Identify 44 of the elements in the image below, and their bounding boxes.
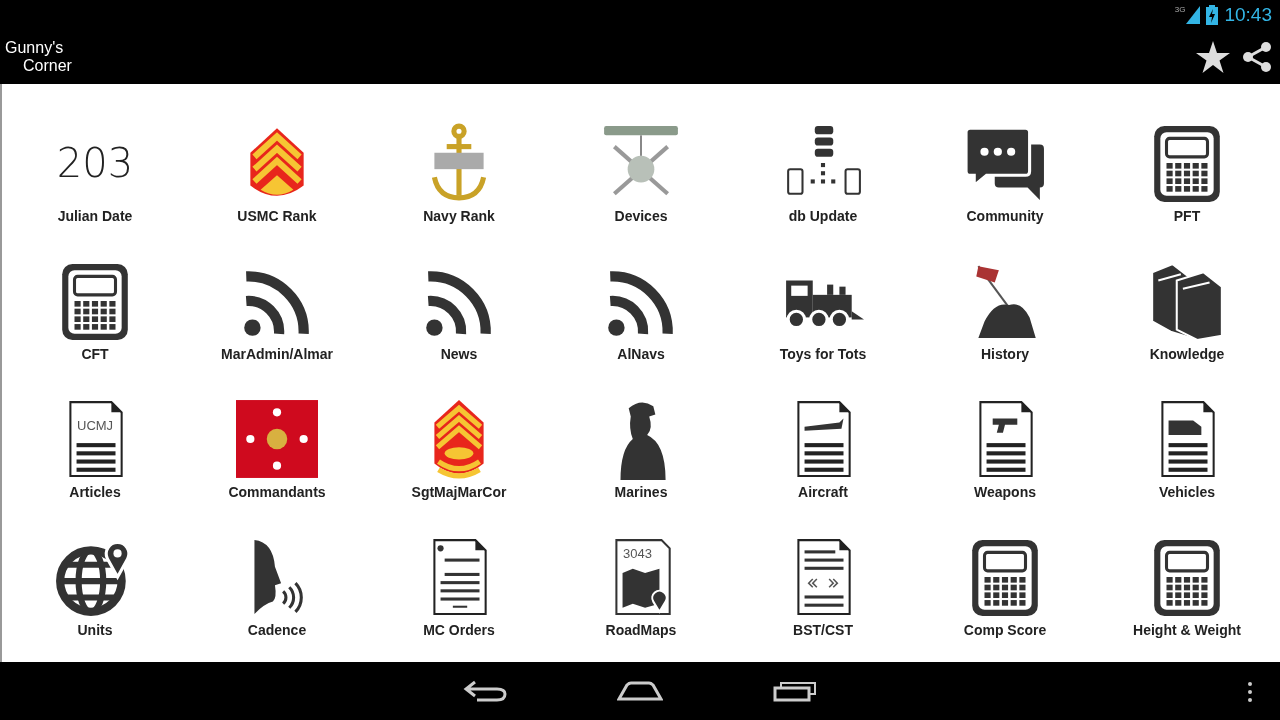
battery-icon (1206, 5, 1219, 25)
star-icon[interactable] (1196, 41, 1230, 73)
menu-tile[interactable]: Vehicles (1096, 398, 1278, 536)
share-icon[interactable] (1242, 41, 1272, 73)
menu-tile[interactable]: db Update (732, 122, 914, 260)
menu-tile[interactable]: Navy Rank (368, 122, 550, 260)
menu-tile[interactable]: Commandants (186, 398, 368, 536)
network-type: 3G (1174, 6, 1186, 14)
menu-tile[interactable]: Marines (550, 398, 732, 536)
julian-day-number: 203 (56, 140, 134, 186)
app-title: Gunny's (5, 39, 65, 57)
menu-tile[interactable]: CFT (4, 260, 186, 398)
menu-tile[interactable]: Units (4, 536, 186, 674)
menu-tile[interactable]: MC Orders (368, 536, 550, 674)
app-title: Corner (22, 57, 72, 75)
menu-tile[interactable]: Knowledge (1096, 260, 1278, 398)
document-heading: UCMJ (77, 419, 114, 432)
recent-apps-icon[interactable] (773, 680, 817, 702)
menu-tile[interactable]: 3043 RoadMaps (550, 536, 732, 674)
menu-tile[interactable]: Toys for Tots (732, 260, 914, 398)
flag-icon (236, 398, 318, 480)
home-icon[interactable] (617, 681, 663, 701)
menu-tile[interactable]: SgtMajMarCor (368, 398, 550, 536)
menu-tile[interactable]: USMC Rank (186, 122, 368, 260)
menu-tile[interactable]: Comp Score (914, 536, 1096, 674)
menu-tile[interactable]: MarAdmin/Almar (186, 260, 368, 398)
menu-tile[interactable]: Aircraft (732, 398, 914, 536)
menu-tile[interactable]: News (368, 260, 550, 398)
menu-tile[interactable]: Height & Weight (1096, 536, 1278, 674)
clock-time: 10:43 (1224, 4, 1272, 26)
menu-tile[interactable]: History (914, 260, 1096, 398)
signal-icon (1186, 6, 1201, 24)
menu-tile[interactable]: Devices (550, 122, 732, 260)
menu-icon[interactable] (1248, 682, 1252, 702)
menu-tile[interactable]: 203 Julian Date (4, 122, 186, 260)
menu-tile[interactable]: PFT (1096, 122, 1278, 260)
menu-tile[interactable]: AlNavs (550, 260, 732, 398)
menu-tile[interactable]: BST/CST (732, 536, 914, 674)
menu-tile[interactable]: Community (914, 122, 1096, 260)
menu-tile[interactable]: UCMJ Articles (4, 398, 186, 536)
menu-tile[interactable]: Weapons (914, 398, 1096, 536)
menu-tile[interactable]: Cadence (186, 536, 368, 674)
map-number: 3043 (623, 547, 652, 560)
back-icon[interactable] (463, 680, 507, 702)
